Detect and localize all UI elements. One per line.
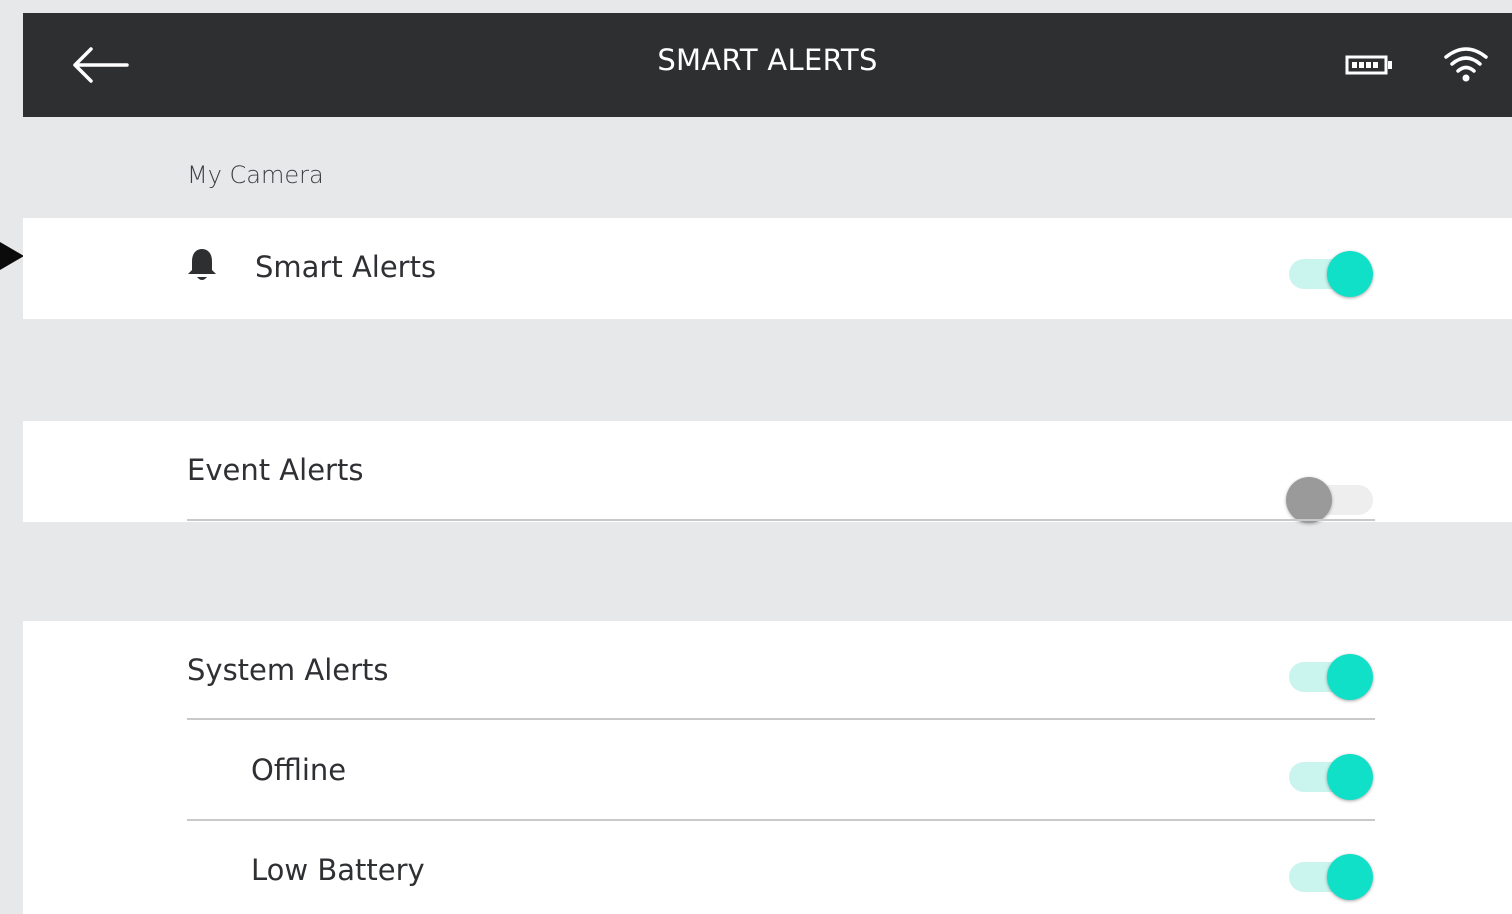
event-alerts-label: Event Alerts xyxy=(187,453,364,487)
wifi-icon xyxy=(1441,43,1491,87)
bell-icon xyxy=(185,246,219,284)
left-gutter xyxy=(0,0,23,914)
divider xyxy=(187,718,1375,720)
divider xyxy=(187,819,1375,821)
pointer-arrow-icon xyxy=(0,242,24,270)
offline-label: Offline xyxy=(251,753,347,787)
event-alerts-row[interactable]: Event Alerts xyxy=(23,421,1512,523)
system-alerts-label: System Alerts xyxy=(187,653,389,687)
battery-icon xyxy=(1345,53,1395,77)
divider xyxy=(187,519,1375,521)
offline-toggle[interactable] xyxy=(1287,748,1375,800)
toggle-knob xyxy=(1327,654,1373,700)
smart-alerts-label: Smart Alerts xyxy=(255,250,437,284)
system-alerts-group: System Alerts Offline Low Battery xyxy=(23,621,1512,914)
smart-alerts-screen: SMART ALERTS My Camera Smart Alerts Even… xyxy=(23,13,1512,914)
smart-alerts-toggle[interactable] xyxy=(1287,245,1375,297)
header-bar: SMART ALERTS xyxy=(23,13,1512,117)
toggle-knob xyxy=(1286,477,1332,523)
event-alerts-toggle[interactable] xyxy=(1286,471,1375,523)
toggle-knob xyxy=(1327,754,1373,800)
system-alerts-toggle[interactable] xyxy=(1287,648,1375,700)
smart-alerts-row[interactable]: Smart Alerts xyxy=(23,218,1512,319)
page-title: SMART ALERTS xyxy=(657,43,878,77)
toggle-knob xyxy=(1327,854,1373,900)
low-battery-toggle[interactable] xyxy=(1287,848,1375,900)
toggle-knob xyxy=(1327,251,1373,297)
section-label-my-camera: My Camera xyxy=(187,161,324,189)
low-battery-label: Low Battery xyxy=(251,853,425,887)
